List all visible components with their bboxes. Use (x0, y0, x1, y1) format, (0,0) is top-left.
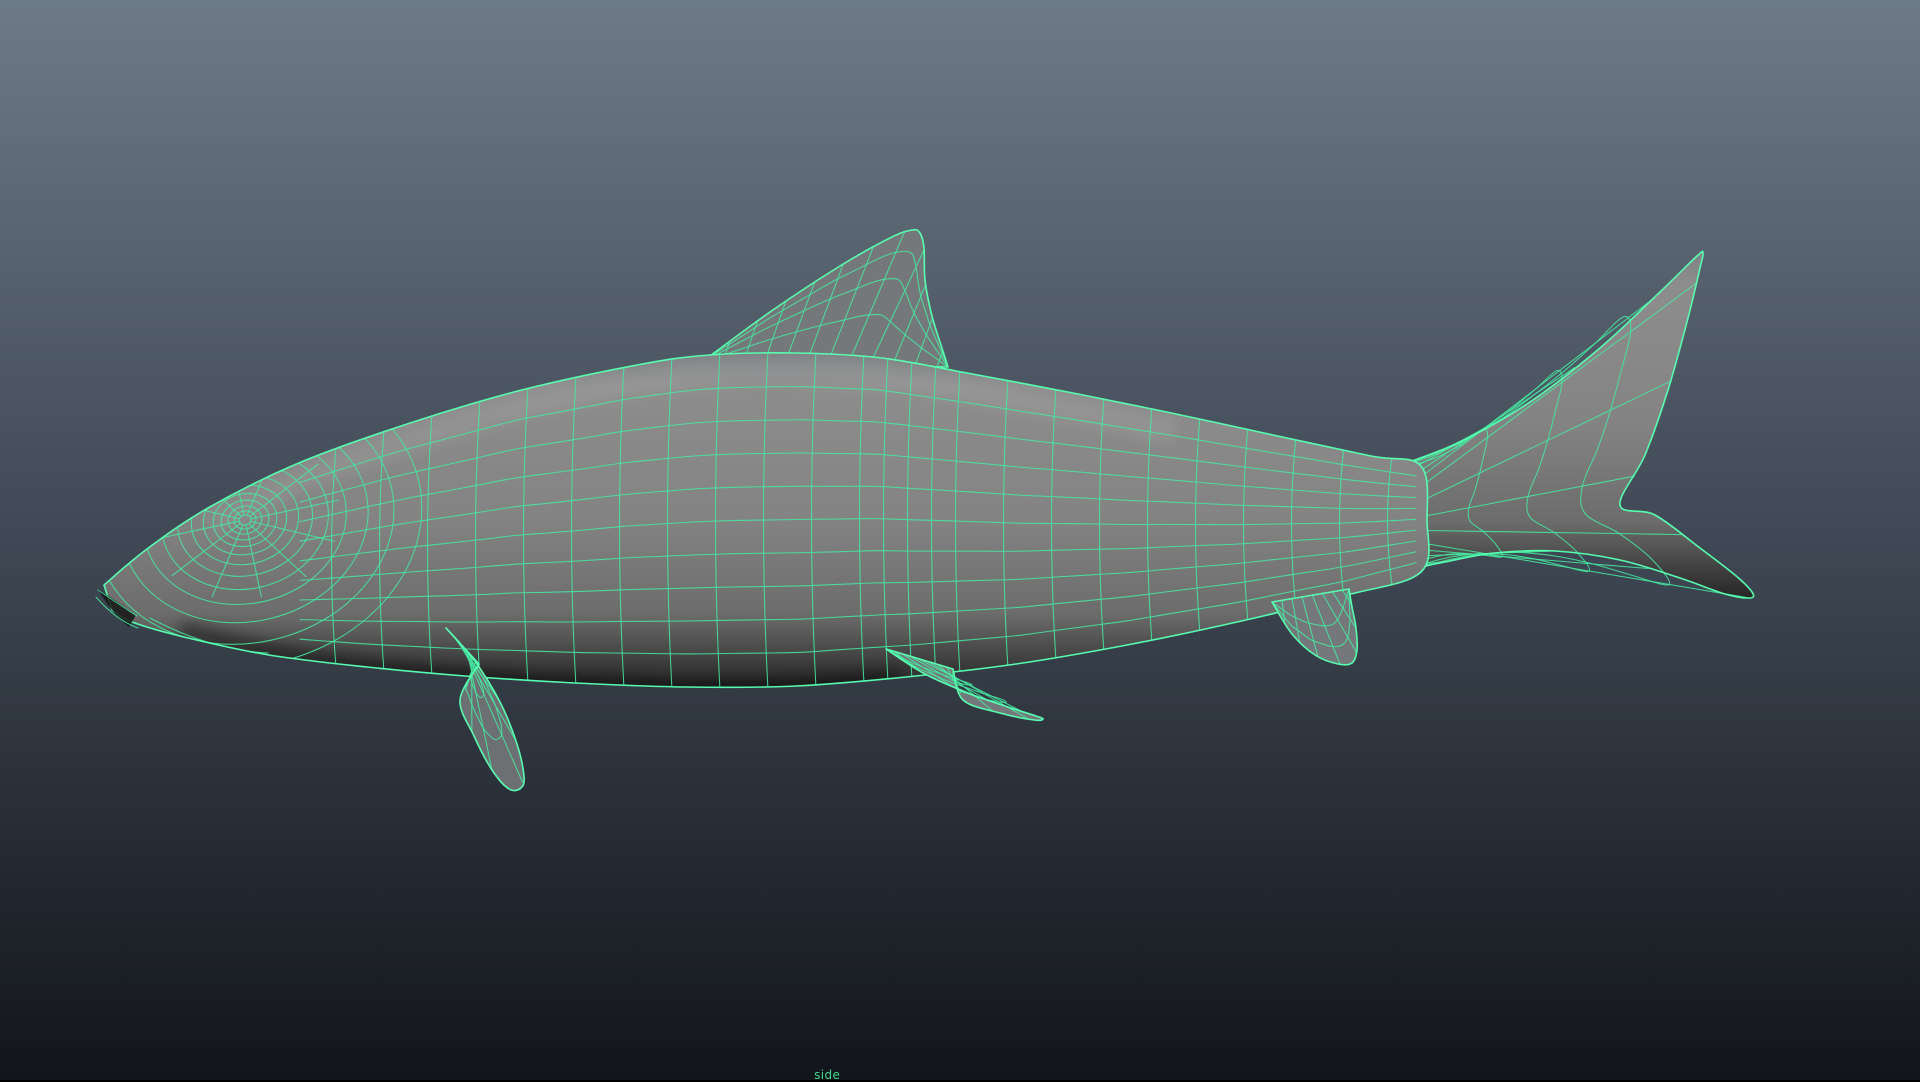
fish-wireframe-model[interactable] (0, 0, 1920, 1080)
anal-fin[interactable] (1271, 588, 1359, 666)
dorsal-fin[interactable] (701, 228, 949, 368)
fish-body[interactable] (41, 340, 1430, 700)
viewport-panel[interactable]: side (0, 0, 1920, 1082)
tail-fin[interactable] (1397, 250, 1755, 599)
